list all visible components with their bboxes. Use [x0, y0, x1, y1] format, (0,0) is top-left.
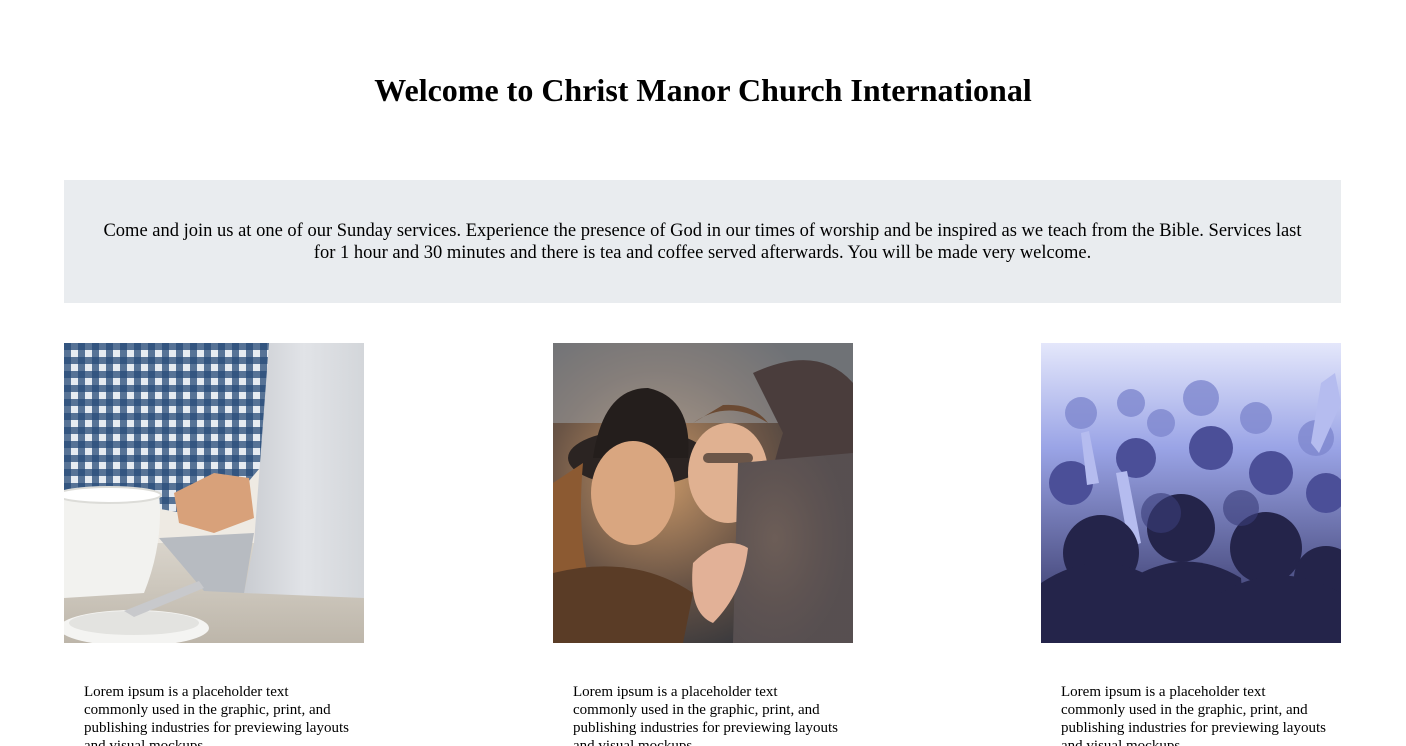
- card-text: Lorem ipsum is a placeholder text common…: [573, 684, 838, 746]
- card-laptop: Lorem ipsum is a placeholder text common…: [64, 343, 364, 746]
- card-worship: Lorem ipsum is a placeholder text common…: [1041, 343, 1341, 746]
- card-fellowship: Lorem ipsum is a placeholder text common…: [553, 343, 853, 746]
- intro-banner: Come and join us at one of our Sunday se…: [64, 180, 1341, 303]
- page: Welcome to Christ Manor Church Internati…: [0, 0, 1406, 746]
- laptop-coffee-photo: [64, 343, 364, 643]
- women-laughing-photo: [553, 343, 853, 643]
- worship-crowd-photo: [1041, 343, 1341, 643]
- page-title: Welcome to Christ Manor Church Internati…: [374, 72, 1032, 108]
- card-text: Lorem ipsum is a placeholder text common…: [1061, 684, 1326, 746]
- card-text: Lorem ipsum is a placeholder text common…: [84, 684, 349, 746]
- intro-text: Come and join us at one of our Sunday se…: [103, 221, 1302, 263]
